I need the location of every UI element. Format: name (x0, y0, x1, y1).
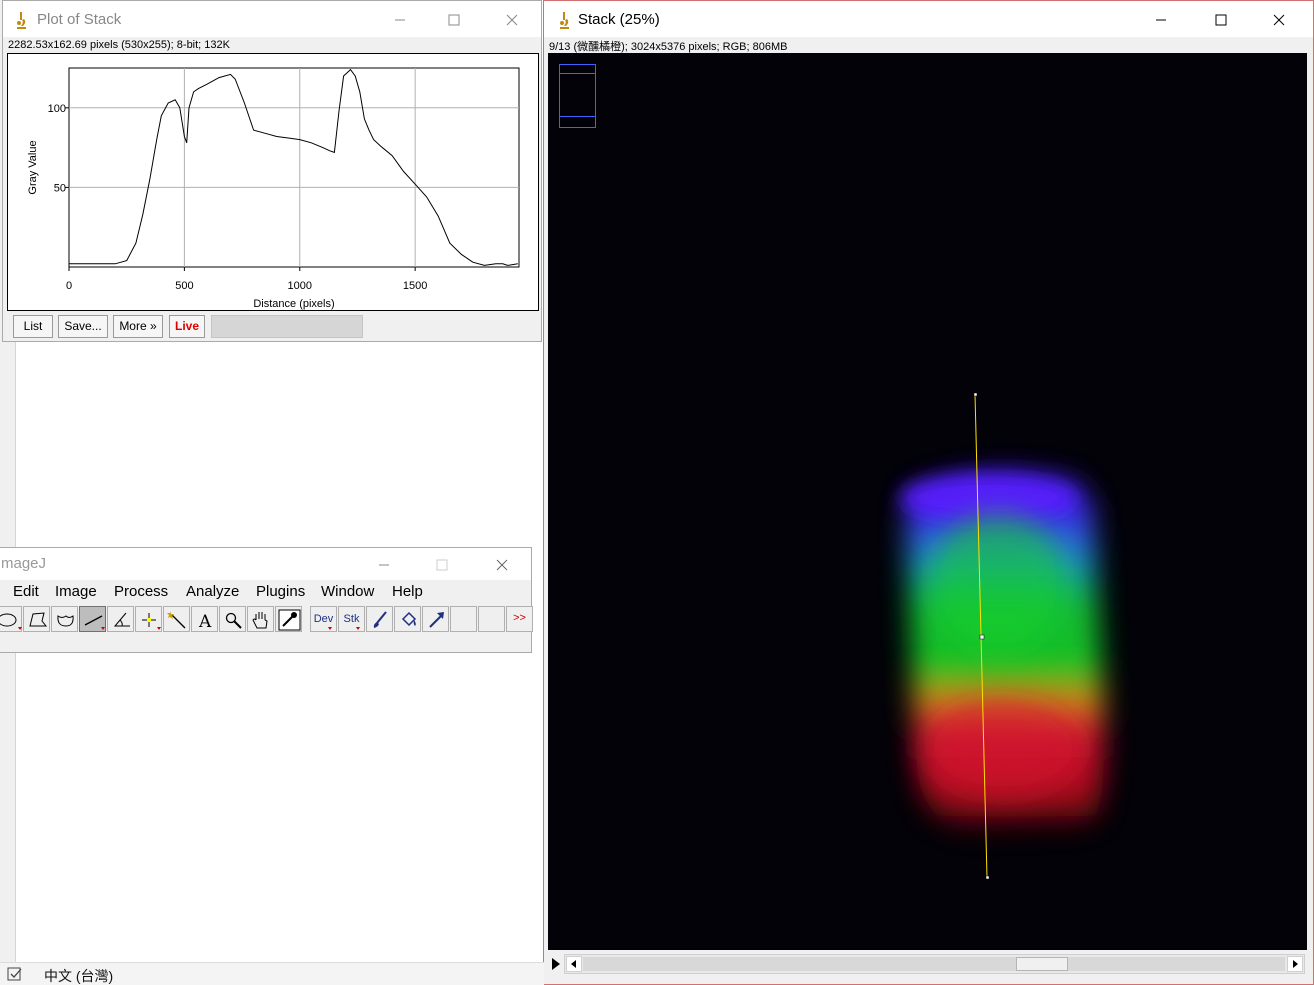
microscope-icon (556, 10, 572, 30)
window-title: Stack (25%) (578, 11, 660, 28)
empty-tool-slot (450, 606, 477, 632)
x-tick-label: 0 (66, 280, 72, 292)
menu-analyze[interactable]: Analyze (186, 583, 239, 600)
arrow-tool-icon[interactable] (422, 606, 449, 632)
menu-image[interactable]: Image (55, 583, 97, 600)
developer-menu-button[interactable]: Dev (310, 606, 337, 632)
polygon-selection-tool[interactable] (23, 606, 50, 632)
slice-scrollbar[interactable] (564, 954, 1305, 974)
y-axis-label: Gray Value (27, 140, 39, 194)
stack-menu-button[interactable]: Stk (338, 606, 365, 632)
angle-tool[interactable] (107, 606, 134, 632)
point-tool[interactable] (135, 606, 162, 632)
close-button[interactable] (1256, 5, 1302, 33)
imagej-titlebar[interactable]: mageJ (0, 548, 531, 580)
image-canvas[interactable] (548, 53, 1307, 950)
list-button[interactable]: List (13, 315, 53, 338)
minimize-button[interactable] (1138, 5, 1184, 33)
status-bar: 中文 (台灣) (0, 962, 544, 985)
menu-process[interactable]: Process (114, 583, 168, 600)
color-picker-icon[interactable] (275, 606, 302, 632)
play-icon[interactable] (550, 956, 562, 972)
close-button[interactable] (479, 550, 525, 578)
x-tick-label: 1000 (288, 280, 312, 292)
slice-scroll-row (548, 953, 1307, 975)
window-title: mageJ (1, 555, 47, 572)
straight-line-tool[interactable] (79, 606, 106, 632)
more-tools-label: >> (513, 612, 526, 624)
freehand-selection-tool[interactable] (51, 606, 78, 632)
minimize-button[interactable] (361, 550, 407, 578)
close-button[interactable] (489, 5, 535, 33)
text-tool[interactable]: A (191, 606, 218, 632)
profile-plot-svg: 0 500 1000 1500 50 100 Distance (pixels) Gray V… (27, 67, 520, 310)
microscope-icon (13, 10, 29, 30)
maximize-button[interactable] (431, 5, 477, 33)
zoom-navigator-viewport (560, 73, 595, 117)
more-tools-button[interactable]: >> (506, 606, 533, 632)
menu-edit[interactable]: Edit (13, 583, 39, 600)
x-tick-label: 1500 (403, 280, 427, 292)
stack-info-line: 9/13 (微醺橘橙); 3024x5376 pixels; RGB; 806M… (549, 41, 788, 53)
plot-frame (68, 67, 520, 268)
menu-help[interactable]: Help (392, 583, 423, 600)
minimize-button[interactable] (377, 5, 423, 33)
scroll-left-arrow-icon[interactable] (566, 956, 582, 972)
window-title: Plot of Stack (37, 11, 122, 28)
magnifier-icon[interactable] (219, 606, 246, 632)
spectrum-image (900, 392, 1104, 880)
menu-window[interactable]: Window (321, 583, 374, 600)
brush-icon[interactable] (366, 606, 393, 632)
ime-icon[interactable] (7, 966, 23, 982)
scrollbar-track[interactable] (583, 957, 1285, 971)
maximize-button[interactable] (1198, 5, 1244, 33)
scroll-right-arrow-icon[interactable] (1287, 956, 1303, 972)
scrollbar-thumb[interactable] (1016, 957, 1068, 971)
language-indicator[interactable]: 中文 (台灣) (44, 966, 113, 985)
y-tick-label: 100 (48, 103, 66, 115)
zoom-navigator[interactable] (559, 64, 596, 128)
maximize-button[interactable] (419, 550, 465, 578)
save-button[interactable]: Save... (58, 315, 108, 338)
hand-icon[interactable] (247, 606, 274, 632)
profile-plot: 0 500 1000 1500 50 100 Distance (pixels) Gray V… (7, 53, 539, 311)
tool-bar: A Dev Stk >> (0, 605, 533, 633)
more-button[interactable]: More » (113, 315, 163, 338)
imagej-window: mageJ Edit Image Process Analyze Plugins… (0, 547, 533, 653)
stack-window: Stack (25%) 9/13 (微醺橘橙); 3024x5376 pixel… (543, 0, 1314, 985)
wand-tool[interactable] (163, 606, 190, 632)
plot-info-line: 2282.53x162.69 pixels (530x255); 8-bit; … (8, 39, 230, 51)
menu-bar: Edit Image Process Analyze Plugins Windo… (0, 580, 531, 604)
menu-plugins[interactable]: Plugins (256, 583, 305, 600)
stack-titlebar[interactable]: Stack (25%) (544, 1, 1313, 37)
plot-status-field (211, 315, 363, 338)
plot-titlebar[interactable]: Plot of Stack (3, 1, 541, 37)
oval-selection-tool[interactable] (0, 606, 22, 632)
x-axis-label: Distance (pixels) (253, 298, 334, 310)
flood-fill-icon[interactable] (394, 606, 421, 632)
svg-text:A: A (198, 612, 212, 632)
x-tick-label: 500 (175, 280, 193, 292)
empty-tool-slot (478, 606, 505, 632)
live-button[interactable]: Live (169, 315, 205, 338)
y-tick-label: 50 (54, 182, 66, 194)
plot-window: Plot of Stack 2282.53x162.69 pixels (530… (2, 0, 542, 342)
